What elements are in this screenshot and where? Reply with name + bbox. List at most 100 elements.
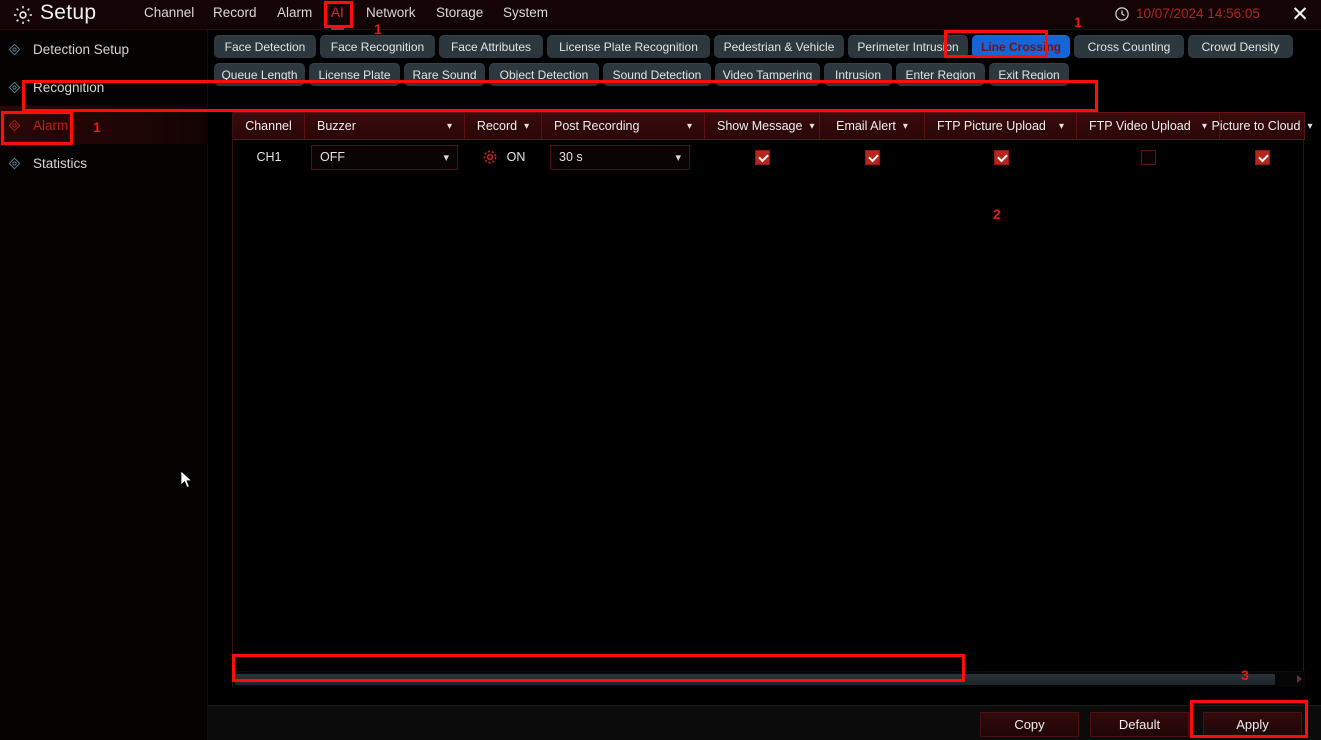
tab-label: Face Recognition [330,39,425,54]
tab-crowd-density[interactable]: Crowd Density [1188,35,1293,58]
tab-label: License Plate [318,67,391,82]
picture-to-cloud-checkbox[interactable] [1255,149,1270,165]
column-header-label: Channel [245,119,292,133]
chevron-down-icon[interactable]: ▾ [524,121,529,132]
tab-label: Queue Length [221,67,298,82]
tab-label: License Plate Recognition [559,39,698,54]
datetime-label: 10/07/2024 14:56:05 [1136,6,1260,21]
column-header-ftp-pic[interactable]: FTP Picture Upload ▾ [925,113,1077,139]
chevron-down-icon[interactable]: ▾ [903,121,908,132]
alarm-settings-table: Channel Buzzer ▾ Record ▾ Post Recording ▾ Show… [232,112,1312,687]
topnav-storage[interactable]: Storage [436,5,483,25]
tab-enter-region[interactable]: Enter Region [896,63,985,86]
topnav-record[interactable]: Record [213,5,257,25]
post-recording-select[interactable]: 30 s ▾ [550,144,690,170]
table-header-row: Channel Buzzer ▾ Record ▾ Post Recording ▾ Show… [233,112,1312,140]
tab-label: Video Tampering [722,67,813,82]
topnav-channel[interactable]: Channel [144,5,194,25]
column-header-email[interactable]: Email Alert ▾ [820,113,925,139]
email-alert-checkbox[interactable] [865,149,880,165]
cell-show-message [705,140,820,174]
chevron-down-icon: ▾ [675,151,681,164]
topnav-ai[interactable]: AI [331,5,344,30]
tab-sound-detection[interactable]: Sound Detection [603,63,711,86]
chevron-down-icon[interactable]: ▾ [1202,121,1207,132]
sidebar-item-label: Statistics [33,155,88,171]
cell-record: ON [465,140,542,174]
tab-line-crossing[interactable]: Line Crossing [972,35,1070,58]
column-header-ftp-vid[interactable]: FTP Video Upload ▾ [1077,113,1220,139]
column-header-label: FTP Video Upload [1089,119,1191,133]
ftp-picture-upload-checkbox[interactable] [993,149,1009,165]
tab-face-detection[interactable]: Face Detection [214,35,316,58]
tab-queue-length[interactable]: Queue Length [214,63,305,86]
page-title: Setup [40,1,97,24]
tab-face-recognition[interactable]: Face Recognition [320,35,435,58]
tab-object-detection[interactable]: Object Detection [489,63,599,86]
ftp-video-upload-checkbox[interactable] [1141,149,1156,165]
tab-perimeter-intrusion[interactable]: Perimeter Intrusion [848,35,968,58]
cell-ftp-picture-upload [925,140,1077,174]
title-bar: Setup Channel Record Alarm AI Network St… [0,0,1321,30]
record-state-label[interactable]: ON [507,150,526,164]
tab-intrusion[interactable]: Intrusion [824,63,892,86]
sidebar-item-recognition[interactable]: Recognition [0,68,208,106]
tab-video-tampering[interactable]: Video Tampering [715,63,820,86]
column-header-buzzer[interactable]: Buzzer ▾ [305,113,465,139]
scroll-right-arrow-icon[interactable] [1297,675,1302,683]
chevron-down-icon[interactable]: ▾ [687,121,692,132]
tab-label: Line Crossing [981,39,1062,54]
sidebar-item-detection-setup[interactable]: Detection Setup [0,30,208,68]
diamond-icon [8,157,21,169]
close-icon[interactable]: ✕ [1288,3,1312,27]
sidebar-item-label: Detection Setup [33,41,130,57]
tab-license-plate-recognition[interactable]: License Plate Recognition [547,35,710,58]
apply-button[interactable]: Apply [1203,712,1302,737]
chevron-down-icon[interactable]: ▾ [809,121,814,132]
tab-face-attributes[interactable]: Face Attributes [439,35,543,58]
copy-button[interactable]: Copy [980,712,1079,737]
topnav-system[interactable]: System [503,5,548,25]
tab-exit-region[interactable]: Exit Region [989,63,1069,86]
tab-rare-sound[interactable]: Rare Sound [404,63,485,86]
column-header-record[interactable]: Record ▾ [465,113,542,139]
sidebar-item-statistics[interactable]: Statistics [0,144,208,182]
cell-ftp-video-upload [1077,140,1220,174]
annotation-step-2: 2 [993,206,1001,222]
tab-label: Enter Region [905,67,976,82]
tab-label: Exit Region [998,67,1060,82]
gear-icon [14,6,32,24]
scrollbar-thumb[interactable] [235,674,1275,685]
diamond-icon [8,119,21,131]
column-header-label: Post Recording [554,119,640,133]
cell-picture-to-cloud [1220,140,1305,174]
sidebar-item-alarm[interactable]: Alarm [0,106,208,144]
column-header-label: FTP Picture Upload [937,119,1046,133]
column-header-post-rec[interactable]: Post Recording ▾ [542,113,705,139]
annotation-step-1-tab: 1 [1074,14,1082,30]
show-message-checkbox[interactable] [755,149,770,165]
ai-feature-tabs: Face Detection Face Recognition Face Attri… [208,30,1321,87]
tab-label: Face Attributes [450,39,532,54]
column-header-show-msg[interactable]: Show Message ▾ [705,113,820,139]
chevron-down-icon[interactable]: ▾ [447,121,452,132]
horizontal-scrollbar[interactable] [233,671,1305,687]
tab-label: Perimeter Intrusion [857,39,959,54]
column-header-channel[interactable]: Channel [233,113,305,139]
gear-icon[interactable] [482,149,498,165]
chevron-down-icon[interactable]: ▾ [1307,121,1312,132]
tab-cross-counting[interactable]: Cross Counting [1074,35,1184,58]
column-header-label: Show Message [717,119,803,133]
cell-buzzer: OFF ▾ [305,140,465,174]
chevron-down-icon[interactable]: ▾ [1059,121,1064,132]
buzzer-value: OFF [320,150,345,164]
tab-pedestrian-vehicle[interactable]: Pedestrian & Vehicle [714,35,844,58]
column-header-pic-cloud[interactable]: Picture to Cloud ▾ [1212,113,1312,139]
tab-label: Object Detection [499,67,589,82]
default-button[interactable]: Default [1090,712,1189,737]
topnav-alarm[interactable]: Alarm [277,5,312,25]
diamond-icon [8,81,21,93]
column-header-label: Buzzer [317,119,356,133]
tab-license-plate[interactable]: License Plate [309,63,400,86]
buzzer-select[interactable]: OFF ▾ [311,144,458,170]
